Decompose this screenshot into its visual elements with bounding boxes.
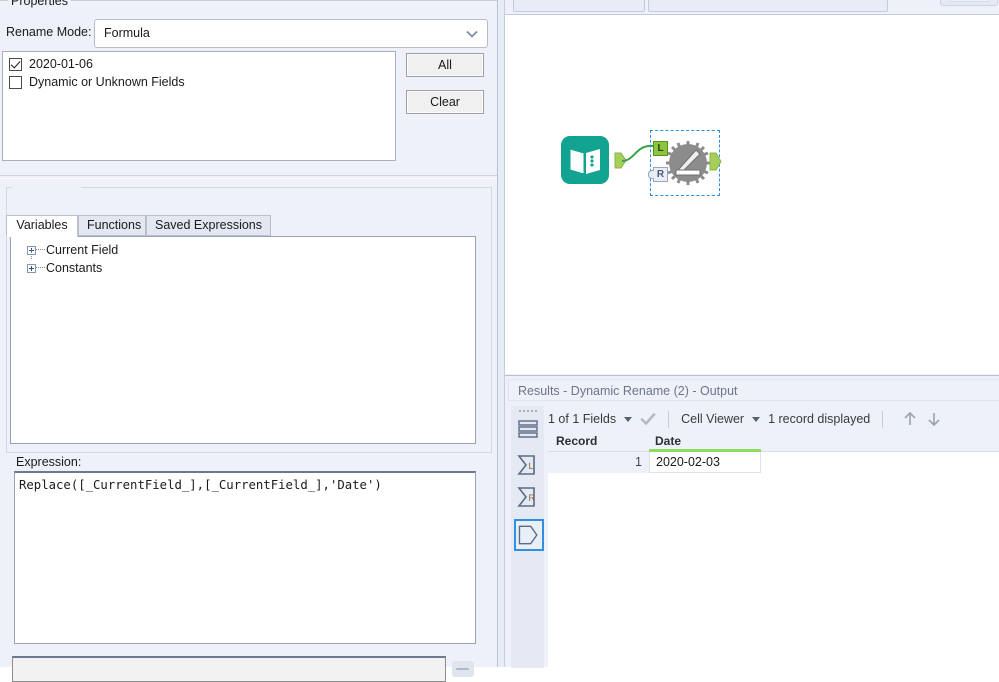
tab-saved-expressions[interactable]: Saved Expressions [146, 215, 271, 236]
list-item-label: Dynamic or Unknown Fields [29, 75, 185, 89]
results-title-bar: Results - Dynamic Rename (2) - Output [508, 379, 999, 401]
view-mode-label: Cell Viewer [681, 412, 745, 426]
output-anchor-dynamic-rename[interactable] [709, 152, 722, 171]
dynamic-rename-tool[interactable] [665, 140, 711, 186]
clear-selection-button[interactable]: Clear [406, 90, 484, 114]
variables-tree[interactable]: Current Field Constants [10, 236, 476, 444]
properties-tabstrip: Variables Functions Saved Expressions [6, 215, 488, 237]
fields-selector-label: 1 of 1 Fields [548, 412, 617, 426]
results-panel: Results - Dynamic Rename (2) - Output L [505, 375, 999, 668]
column-header-date[interactable]: Date [649, 432, 761, 452]
fields-selector[interactable]: 1 of 1 Fields [548, 412, 640, 426]
results-icon-rail: L R [511, 406, 544, 668]
tab-variables[interactable]: Variables [6, 215, 78, 237]
table-row[interactable]: 1 2020-02-03 [548, 452, 999, 473]
results-table[interactable]: Record Date 1 2020-02-03 [548, 432, 999, 668]
drag-handle-icon[interactable] [519, 410, 537, 415]
text-input-tool[interactable] [561, 136, 609, 184]
output-anchor-icon[interactable] [514, 519, 544, 551]
chevron-down-icon [465, 28, 479, 40]
bottom-text-input[interactable] [12, 656, 446, 682]
svg-text:L: L [529, 461, 534, 471]
expression-text: Replace([_CurrentField_],[_CurrentField_… [19, 478, 382, 492]
properties-group-title: Properties [8, 0, 71, 8]
chevron-down-icon[interactable] [624, 416, 633, 422]
svg-text:R: R [529, 493, 536, 503]
rows-icon[interactable] [516, 418, 540, 442]
list-item[interactable]: 2020-01-06 [3, 55, 395, 73]
results-toolbar: 1 of 1 Fields Cell Viewer 1 record displ… [548, 406, 999, 432]
expression-editor[interactable]: Replace([_CurrentField_],[_CurrentField_… [14, 471, 476, 644]
table-header-row: Record Date [548, 432, 999, 452]
input-anchor-right[interactable]: R [648, 167, 668, 182]
workflow-tab-2[interactable] [648, 0, 888, 12]
results-title: Results - Dynamic Rename (2) - Output [518, 384, 738, 398]
rename-mode-row: Rename Mode: Formula [0, 17, 497, 51]
toolbar-separator [882, 410, 884, 428]
record-count-label: 1 record displayed [768, 412, 871, 426]
cell-record: 1 [548, 452, 649, 473]
table-empty-area [548, 473, 999, 668]
top-toolbar-strip [505, 0, 999, 14]
input-anchor-left[interactable]: L [653, 141, 668, 156]
tab-functions[interactable]: Functions [78, 215, 146, 236]
toolbar-separator [668, 410, 670, 428]
list-item[interactable]: Dynamic or Unknown Fields [3, 73, 395, 91]
vertical-splitter[interactable] [497, 0, 505, 667]
sum-left-icon[interactable]: L [516, 453, 540, 477]
plus-icon[interactable] [27, 263, 36, 273]
workflow-tab-1[interactable] [513, 0, 645, 12]
select-all-button[interactable]: All [406, 53, 484, 77]
field-select-list[interactable]: 2020-01-06 Dynamic or Unknown Fields [2, 51, 396, 161]
cell-date[interactable]: 2020-02-03 [649, 452, 761, 473]
tree-connector-vertical [31, 250, 33, 259]
arrow-down-icon[interactable] [925, 410, 943, 428]
chevron-down-icon[interactable] [752, 416, 761, 422]
bottom-control-knob[interactable] [452, 661, 474, 677]
arrow-up-icon[interactable] [901, 410, 919, 428]
expression-label: Expression: [16, 455, 82, 469]
rename-mode-label: Rename Mode: [6, 25, 92, 39]
sum-right-icon[interactable]: R [516, 485, 540, 509]
column-header-record[interactable]: Record [548, 432, 649, 452]
checkbox-field-1[interactable] [9, 75, 22, 89]
tree-item-label: Constants [46, 261, 103, 275]
rename-mode-value: Formula [104, 26, 150, 40]
tree-item-label: Current Field [46, 243, 119, 257]
checkbox-field-0[interactable] [9, 57, 22, 71]
tree-connector [36, 267, 45, 269]
rename-mode-dropdown[interactable]: Formula [94, 19, 488, 48]
section-divider [0, 175, 497, 179]
tree-item-constants[interactable]: Constants [11, 259, 475, 277]
workflow-canvas[interactable] [505, 14, 999, 374]
tree-item-current-field[interactable]: Current Field [11, 241, 475, 259]
list-item-label: 2020-01-06 [29, 57, 93, 71]
tree-connector [36, 249, 45, 251]
view-mode-selector[interactable]: Cell Viewer [681, 412, 768, 426]
book-icon [561, 136, 609, 184]
tool-configuration-panel: Rename Mode: Formula 2020-01-06 Dynamic … [0, 0, 497, 682]
check-icon[interactable] [640, 411, 656, 427]
toolbar-button[interactable] [940, 0, 998, 6]
app-window: Rename Mode: Formula 2020-01-06 Dynamic … [0, 0, 999, 682]
gear-pencil-icon [666, 141, 710, 185]
